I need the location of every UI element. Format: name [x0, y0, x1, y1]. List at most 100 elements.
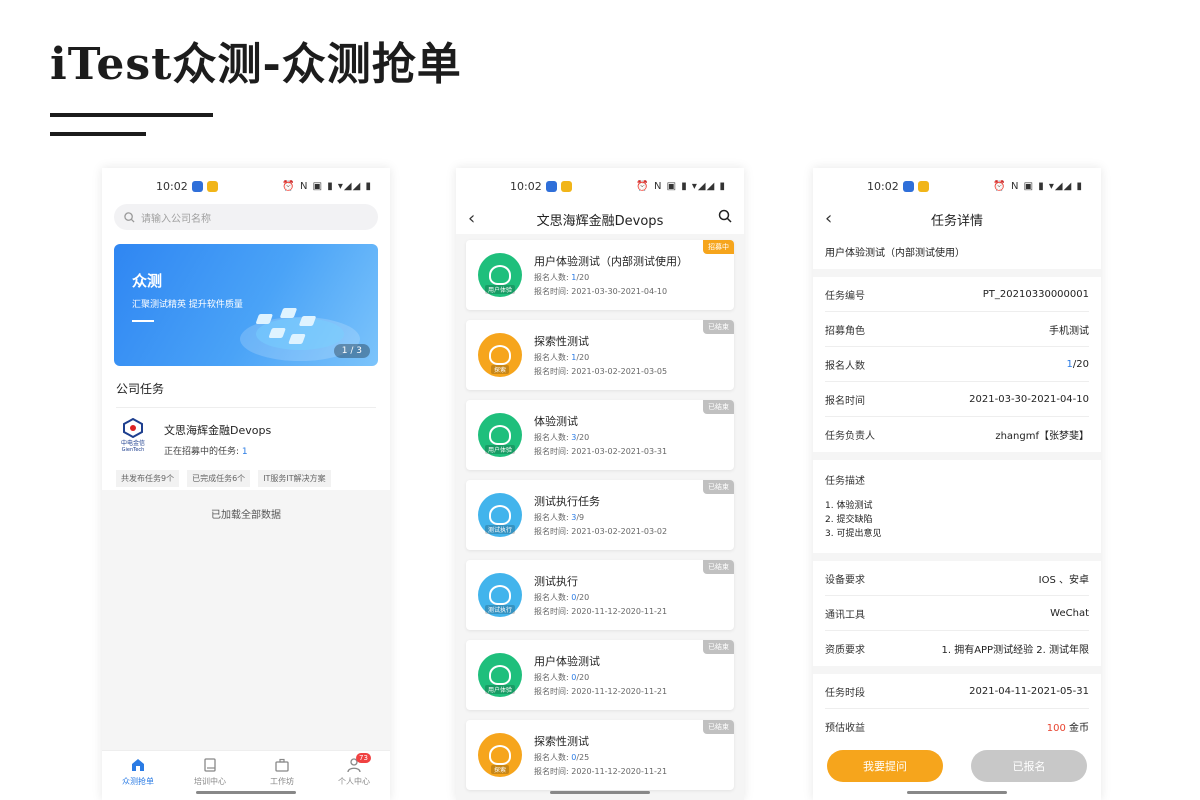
task-status-badge: 已结束	[703, 400, 734, 414]
row-label: 任务编号	[825, 290, 865, 302]
task-signup-count: 报名人数: 1/20	[534, 352, 667, 363]
promo-banner[interactable]: 众测 汇聚测试精英 提升软件质量 1 / 3	[114, 244, 378, 366]
task-type-icon: 探索	[478, 733, 522, 777]
row-label: 设备要求	[825, 574, 865, 586]
status-icons: ⏰ N ▣ ▮ ▾◢◢ ▮	[282, 180, 372, 192]
task-signup-time: 报名时间: 2020-11-12-2020-11-21	[534, 767, 668, 776]
task-status-badge: 已结束	[703, 320, 734, 334]
info-row-signup-count: 报名人数 1/20	[825, 347, 1089, 382]
tab-crowdtest[interactable]: 众测抢单	[102, 751, 174, 800]
task-title: 测试执行任务	[534, 495, 600, 508]
info-row-signup-time: 报名时间 2021-03-30-2021-04-10	[825, 382, 1089, 417]
search-icon	[124, 211, 135, 223]
status-icons: ⏰ N ▣ ▮ ▾◢◢ ▮	[993, 180, 1083, 192]
status-bar: 10:02 ⏰ N ▣ ▮ ▾◢◢ ▮	[102, 168, 390, 204]
row-value: IOS 、安卓	[1038, 574, 1089, 586]
status-time: 10:02	[510, 179, 542, 193]
tab-label: 培训中心	[194, 777, 226, 786]
company-search-input[interactable]: 请输入公司名称	[114, 204, 378, 230]
banner-page-indicator: 1 / 3	[333, 344, 370, 358]
task-type-caption: 测试执行	[484, 525, 515, 534]
task-card[interactable]: 测试执行 测试执行任务 报名人数: 3/9 报名时间: 2021-03-02-2…	[466, 480, 734, 550]
title-rule-long	[50, 113, 213, 117]
task-signup-time: 报名时间: 2021-03-30-2021-04-10	[534, 287, 668, 296]
row-label: 预估收益	[825, 723, 865, 734]
count-label: 报名人数:	[534, 353, 572, 362]
info-row-owner: 任务负责人 zhangmf【张梦斐】	[825, 417, 1089, 452]
req-row-qualification: 资质要求 1. 拥有APP测试经验 2. 测试年限	[825, 631, 1089, 666]
row-label: 任务负责人	[825, 431, 875, 442]
task-signup-count: 报名人数: 0/20	[534, 592, 667, 603]
row-label: 任务时段	[825, 687, 865, 699]
count-total: /25	[576, 753, 590, 762]
task-signup-count: 报名人数: 0/20	[534, 672, 667, 683]
back-icon[interactable]: ‹	[468, 208, 475, 229]
loaded-all-text: 已加载全部数据	[211, 510, 281, 521]
tab-label: 众测抢单	[122, 777, 154, 786]
count-total: /20	[576, 353, 590, 362]
phone-task-list: 10:02 ⏰ N ▣ ▮ ▾◢◢ ▮ ‹ 文思海辉金融Devops 用户体验 …	[456, 168, 744, 800]
task-title: 用户体验测试（内部测试使用）	[825, 248, 965, 259]
task-type-caption: 用户体验	[484, 445, 515, 454]
task-type-icon: 用户体验	[478, 653, 522, 697]
task-title: 体验测试	[534, 415, 578, 428]
task-signup-time: 报名时间: 2021-03-02-2021-03-31	[534, 447, 668, 456]
task-card[interactable]: 用户体验 体验测试 报名人数: 3/20 报名时间: 2021-03-02-20…	[466, 400, 734, 470]
row-value: 100 金币	[1047, 719, 1089, 734]
list-footer-area: 已加载全部数据	[102, 490, 390, 750]
task-card[interactable]: 用户体验 用户体验测试 报名人数: 0/20 报名时间: 2020-11-12-…	[466, 640, 734, 710]
count-label: 报名人数:	[534, 753, 572, 762]
open-tasks-label: 正在招募中的任务:	[164, 447, 242, 457]
task-title-block: 用户体验测试（内部测试使用）	[813, 234, 1101, 269]
task-status-badge: 已结束	[703, 640, 734, 654]
row-label: 通讯工具	[825, 609, 865, 621]
task-signup-time: 报名时间: 2021-03-02-2021-03-02	[534, 527, 668, 536]
task-type-caption: 测试执行	[484, 605, 515, 614]
row-value: 1. 拥有APP测试经验 2. 测试年限	[941, 645, 1089, 656]
task-description-block: 任务描述 1. 体验测试 2. 提交缺陷 3. 可提出意见	[813, 460, 1101, 553]
task-status-badge: 已结束	[703, 480, 734, 494]
tab-label: 工作坊	[270, 777, 294, 786]
signed-up-button[interactable]: 已报名	[971, 750, 1087, 782]
task-signup-count: 报名人数: 3/9	[534, 512, 667, 523]
home-indicator[interactable]	[907, 791, 1007, 794]
desc-line: 1. 体验测试	[825, 501, 873, 511]
tab-profile[interactable]: 73 个人中心	[318, 751, 390, 800]
task-card[interactable]: 测试执行 测试执行 报名人数: 0/20 报名时间: 2020-11-12-20…	[466, 560, 734, 630]
app-notification-icon	[206, 180, 218, 192]
task-signup-time: 报名时间: 2020-11-12-2020-11-21	[534, 607, 668, 616]
home-indicator[interactable]	[196, 791, 296, 794]
app-notification-icon	[545, 180, 557, 192]
task-signup-count: 报名人数: 1/20	[534, 272, 688, 283]
home-indicator[interactable]	[550, 791, 650, 794]
back-icon[interactable]: ‹	[825, 208, 832, 229]
company-item[interactable]: 中电金信 GienTech 文思海辉金融Devops 正在招募中的任务: 1	[102, 408, 390, 458]
row-label: 报名时间	[825, 395, 865, 407]
task-signup-count: 报名人数: 3/20	[534, 432, 667, 443]
count-label: 报名人数:	[534, 513, 572, 522]
task-title: 探索性测试	[534, 735, 589, 748]
banner-subtitle: 汇聚测试精英 提升软件质量	[132, 300, 243, 310]
task-signup-time: 报名时间: 2021-03-02-2021-03-05	[534, 367, 668, 376]
app-notification-icon	[560, 180, 572, 192]
task-signup-time: 报名时间: 2020-11-12-2020-11-21	[534, 687, 668, 696]
info-row-role: 招募角色 手机测试	[825, 312, 1089, 347]
task-card[interactable]: 探索 探索性测试 报名人数: 1/20 报名时间: 2021-03-02-202…	[466, 320, 734, 390]
nav-title: 文思海辉金融Devops	[536, 213, 664, 229]
task-card[interactable]: 探索 探索性测试 报名人数: 0/25 报名时间: 2020-11-12-202…	[466, 720, 734, 790]
status-bar: 10:02 ⏰ N ▣ ▮ ▾◢◢ ▮	[456, 168, 744, 204]
company-logo-icon	[123, 418, 143, 438]
search-icon[interactable]	[718, 209, 732, 223]
task-type-caption: 探索	[490, 765, 509, 774]
task-status-badge: 招募中	[703, 240, 734, 254]
ask-question-button[interactable]: 我要提问	[827, 750, 943, 782]
period-block: 任务时段 2021-04-11-2021-05-31 预估收益 100 金币	[813, 674, 1101, 744]
status-icons: ⏰ N ▣ ▮ ▾◢◢ ▮	[636, 180, 726, 192]
task-card[interactable]: 用户体验 用户体验测试（内部测试使用） 报名人数: 1/20 报名时间: 202…	[466, 240, 734, 310]
search-placeholder: 请输入公司名称	[141, 213, 211, 225]
row-value: zhangmf【张梦斐】	[995, 431, 1089, 442]
banner-title: 众测	[132, 272, 163, 290]
row-label: 报名人数	[825, 360, 865, 372]
requirements-block: 设备要求 IOS 、安卓 通讯工具 WeChat 资质要求 1. 拥有APP测试经验 …	[813, 561, 1101, 666]
home-icon	[132, 759, 144, 771]
